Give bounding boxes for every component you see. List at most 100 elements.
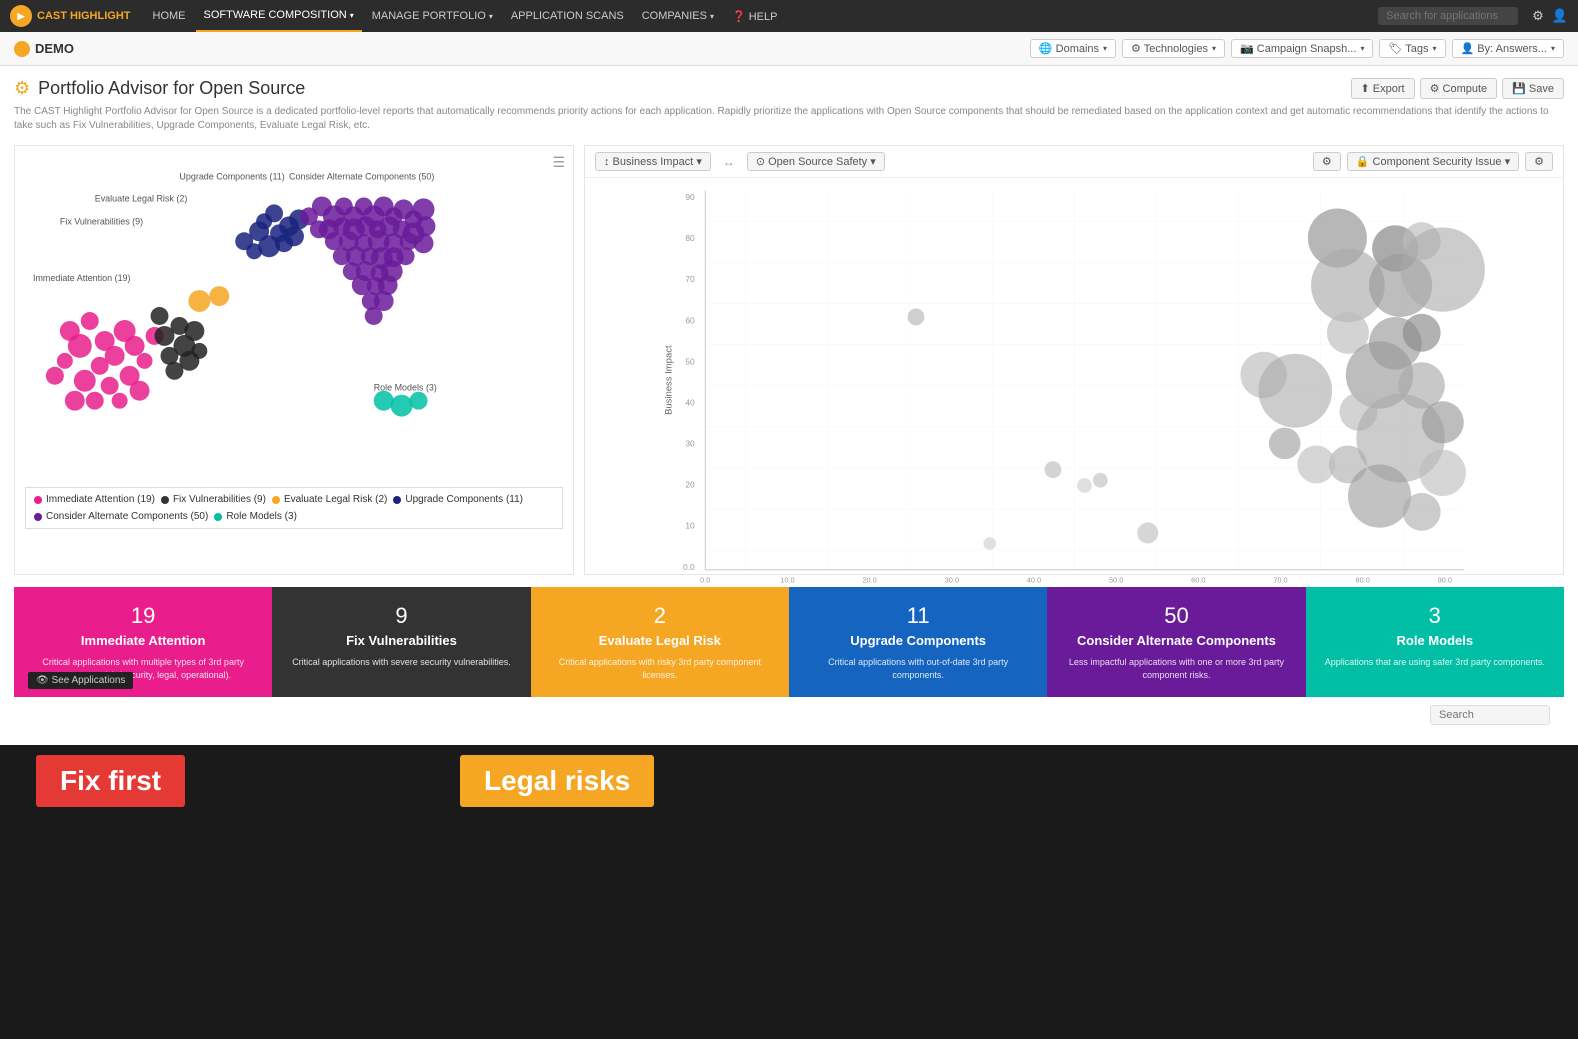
save-button[interactable]: 💾 Save: [1502, 78, 1564, 99]
compute-button[interactable]: ⚙ Compute: [1420, 78, 1498, 99]
export-button[interactable]: ⬆ Export: [1351, 78, 1415, 99]
filter-icon[interactable]: ⚙: [1532, 8, 1544, 24]
table-search-input[interactable]: [1430, 705, 1550, 725]
legend-alternate: Consider Alternate Components (50): [34, 511, 208, 522]
see-applications-button[interactable]: 👁 See Applications: [28, 672, 133, 689]
legend-label-alternate: Consider Alternate Components (50): [46, 511, 208, 522]
legend-dot-fix: [161, 496, 169, 504]
nav-application-scans[interactable]: APPLICATION SCANS: [503, 0, 632, 32]
card-role-desc: Applications that are using safer 3rd pa…: [1320, 656, 1550, 669]
card-immediate-attention[interactable]: 19 Immediate Attention Critical applicat…: [14, 587, 272, 697]
control-separator: ↔: [723, 155, 735, 169]
svg-text:20: 20: [685, 480, 695, 490]
legend-label-immediate: Immediate Attention (19): [46, 494, 155, 505]
bubble-chart-menu[interactable]: ☰: [552, 154, 565, 171]
page-actions: ⬆ Export ⚙ Compute 💾 Save: [1351, 78, 1564, 99]
scatter-menu-btn[interactable]: ⚙: [1525, 152, 1553, 171]
legend-dot-immediate: [34, 496, 42, 504]
nav-help[interactable]: ❓ HELP: [724, 0, 786, 32]
y-axis-button[interactable]: ↕ Business Impact ▾: [595, 152, 711, 171]
cards-row: 19 Immediate Attention Critical applicat…: [14, 587, 1564, 697]
card-alternate-number: 50: [1061, 603, 1291, 629]
user-icon[interactable]: 👤: [1552, 8, 1568, 24]
sub-header: DEMO 🌐 Domains ▾ ⚙ Technologies ▾ 📷 Camp…: [0, 32, 1578, 66]
legend-dot-role: [214, 513, 222, 521]
legend-label-legal: Evaluate Legal Risk (2): [284, 494, 387, 505]
legend-legal: Evaluate Legal Risk (2): [272, 494, 387, 505]
bubble-legend: Immediate Attention (19) Fix Vulnerabili…: [25, 487, 563, 529]
card-upgrade-desc: Critical applications with out-of-date 3…: [803, 656, 1033, 681]
bubble-chart-svg: Upgrade Components (11) Evaluate Legal R…: [25, 156, 563, 476]
svg-text:40: 40: [685, 397, 695, 407]
card-upgrade-components[interactable]: 11 Upgrade Components Critical applicati…: [789, 587, 1047, 697]
svg-text:90.0: 90.0: [1438, 575, 1452, 584]
svg-text:80.0: 80.0: [1356, 575, 1370, 584]
legend-immediate: Immediate Attention (19): [34, 494, 155, 505]
color-button[interactable]: 🔒 Component Security Issue ▾: [1347, 152, 1519, 171]
svg-text:Immediate Attention (19): Immediate Attention (19): [33, 273, 131, 283]
app-logo: ▶ CAST HIGHLIGHT: [10, 5, 131, 27]
card-role-title: Role Models: [1320, 633, 1550, 648]
card-immediate-number: 19: [28, 603, 258, 629]
card-fix-vulnerabilities[interactable]: 9 Fix Vulnerabilities Critical applicati…: [272, 587, 530, 697]
card-alternate-components[interactable]: 50 Consider Alternate Components Less im…: [1047, 587, 1305, 697]
filter-buttons: 🌐 Domains ▾ ⚙ Technologies ▾ 📷 Campaign …: [1030, 39, 1564, 58]
card-legal-title: Evaluate Legal Risk: [545, 633, 775, 648]
card-upgrade-number: 11: [803, 603, 1033, 629]
card-legal-risk[interactable]: 2 Evaluate Legal Risk Critical applicati…: [531, 587, 789, 697]
svg-text:40.0: 40.0: [1027, 575, 1041, 584]
svg-text:60.0: 60.0: [1191, 575, 1205, 584]
legend-upgrade: Upgrade Components (11): [393, 494, 523, 505]
filter-technologies[interactable]: ⚙ Technologies ▾: [1122, 39, 1225, 58]
demo-label: DEMO: [14, 41, 74, 57]
nav-manage-portfolio[interactable]: MANAGE PORTFOLIO ▾: [364, 0, 501, 32]
card-alternate-title: Consider Alternate Components: [1061, 633, 1291, 648]
logo-text: CAST HIGHLIGHT: [37, 10, 131, 22]
top-navigation: ▶ CAST HIGHLIGHT HOME SOFTWARE COMPOSITI…: [0, 0, 1578, 32]
svg-text:90: 90: [685, 192, 695, 202]
nav-software-composition[interactable]: SOFTWARE COMPOSITION ▾: [196, 0, 362, 32]
card-fix-desc: Critical applications with severe securi…: [286, 656, 516, 669]
svg-text:30: 30: [685, 439, 695, 449]
svg-text:0.0: 0.0: [683, 562, 695, 572]
svg-text:0.0: 0.0: [700, 575, 710, 584]
settings-button[interactable]: ⚙: [1313, 152, 1341, 171]
demo-icon: [14, 41, 30, 57]
svg-text:70: 70: [685, 274, 695, 284]
main-content: ⚙ Portfolio Advisor for Open Source ⬆ Ex…: [0, 66, 1578, 745]
svg-text:Evaluate Legal Risk (2): Evaluate Legal Risk (2): [95, 193, 188, 203]
card-legal-number: 2: [545, 603, 775, 629]
filter-tags[interactable]: 🏷 Tags ▾: [1379, 39, 1445, 58]
svg-text:70.0: 70.0: [1273, 575, 1287, 584]
logo-icon: ▶: [10, 5, 32, 27]
svg-text:Upgrade Components (11): Upgrade Components (11): [179, 172, 284, 182]
filter-domains[interactable]: 🌐 Domains ▾: [1030, 39, 1116, 58]
nav-home[interactable]: HOME: [145, 0, 194, 32]
bottom-area: [14, 697, 1564, 733]
page-description: The CAST Highlight Portfolio Advisor for…: [14, 105, 1564, 133]
annotation-layer: Fix first Legal risks: [0, 745, 1578, 845]
scatter-right-controls: ⚙ 🔒 Component Security Issue ▾ ⚙: [1313, 152, 1553, 171]
card-role-models[interactable]: 3 Role Models Applications that are usin…: [1306, 587, 1564, 697]
card-immediate-title: Immediate Attention: [28, 633, 258, 648]
filter-answers[interactable]: 👤 By: Answers... ▾: [1452, 39, 1564, 58]
legend-dot-upgrade: [393, 496, 401, 504]
svg-text:60: 60: [685, 315, 695, 325]
charts-row: ☰ Upgrade Components (11) Evaluate Legal…: [14, 145, 1564, 575]
card-upgrade-title: Upgrade Components: [803, 633, 1033, 648]
svg-text:50.0: 50.0: [1109, 575, 1123, 584]
search-input[interactable]: [1378, 7, 1518, 25]
card-fix-title: Fix Vulnerabilities: [286, 633, 516, 648]
legend-dot-legal: [272, 496, 280, 504]
filter-campaign[interactable]: 📷 Campaign Snapsh... ▾: [1231, 39, 1373, 58]
nav-companies[interactable]: COMPANIES ▾: [634, 0, 722, 32]
scatter-chart-svg: 0.0 10 20 30 40 50 60 70 80 90 0.0 10.0 …: [585, 180, 1563, 591]
nav-icons: ⚙ 👤: [1532, 8, 1568, 24]
svg-text:Business Impact: Business Impact: [664, 345, 675, 415]
card-alternate-desc: Less impactful applications with one or …: [1061, 656, 1291, 681]
fix-first-label: Fix first: [36, 755, 185, 807]
svg-text:10: 10: [685, 521, 695, 531]
card-role-number: 3: [1320, 603, 1550, 629]
legend-label-role: Role Models (3): [226, 511, 297, 522]
x-axis-button[interactable]: ⊙ Open Source Safety ▾: [747, 152, 885, 171]
